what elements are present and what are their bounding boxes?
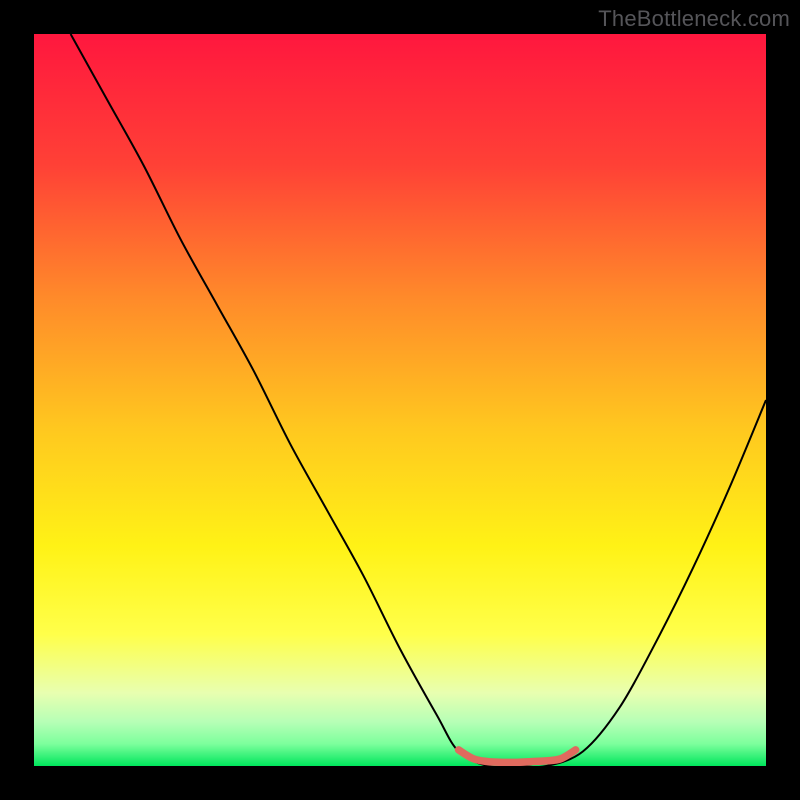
chart-background	[34, 34, 766, 766]
watermark-label: TheBottleneck.com	[598, 6, 790, 32]
chart-frame	[34, 34, 766, 766]
bottleneck-chart	[34, 34, 766, 766]
